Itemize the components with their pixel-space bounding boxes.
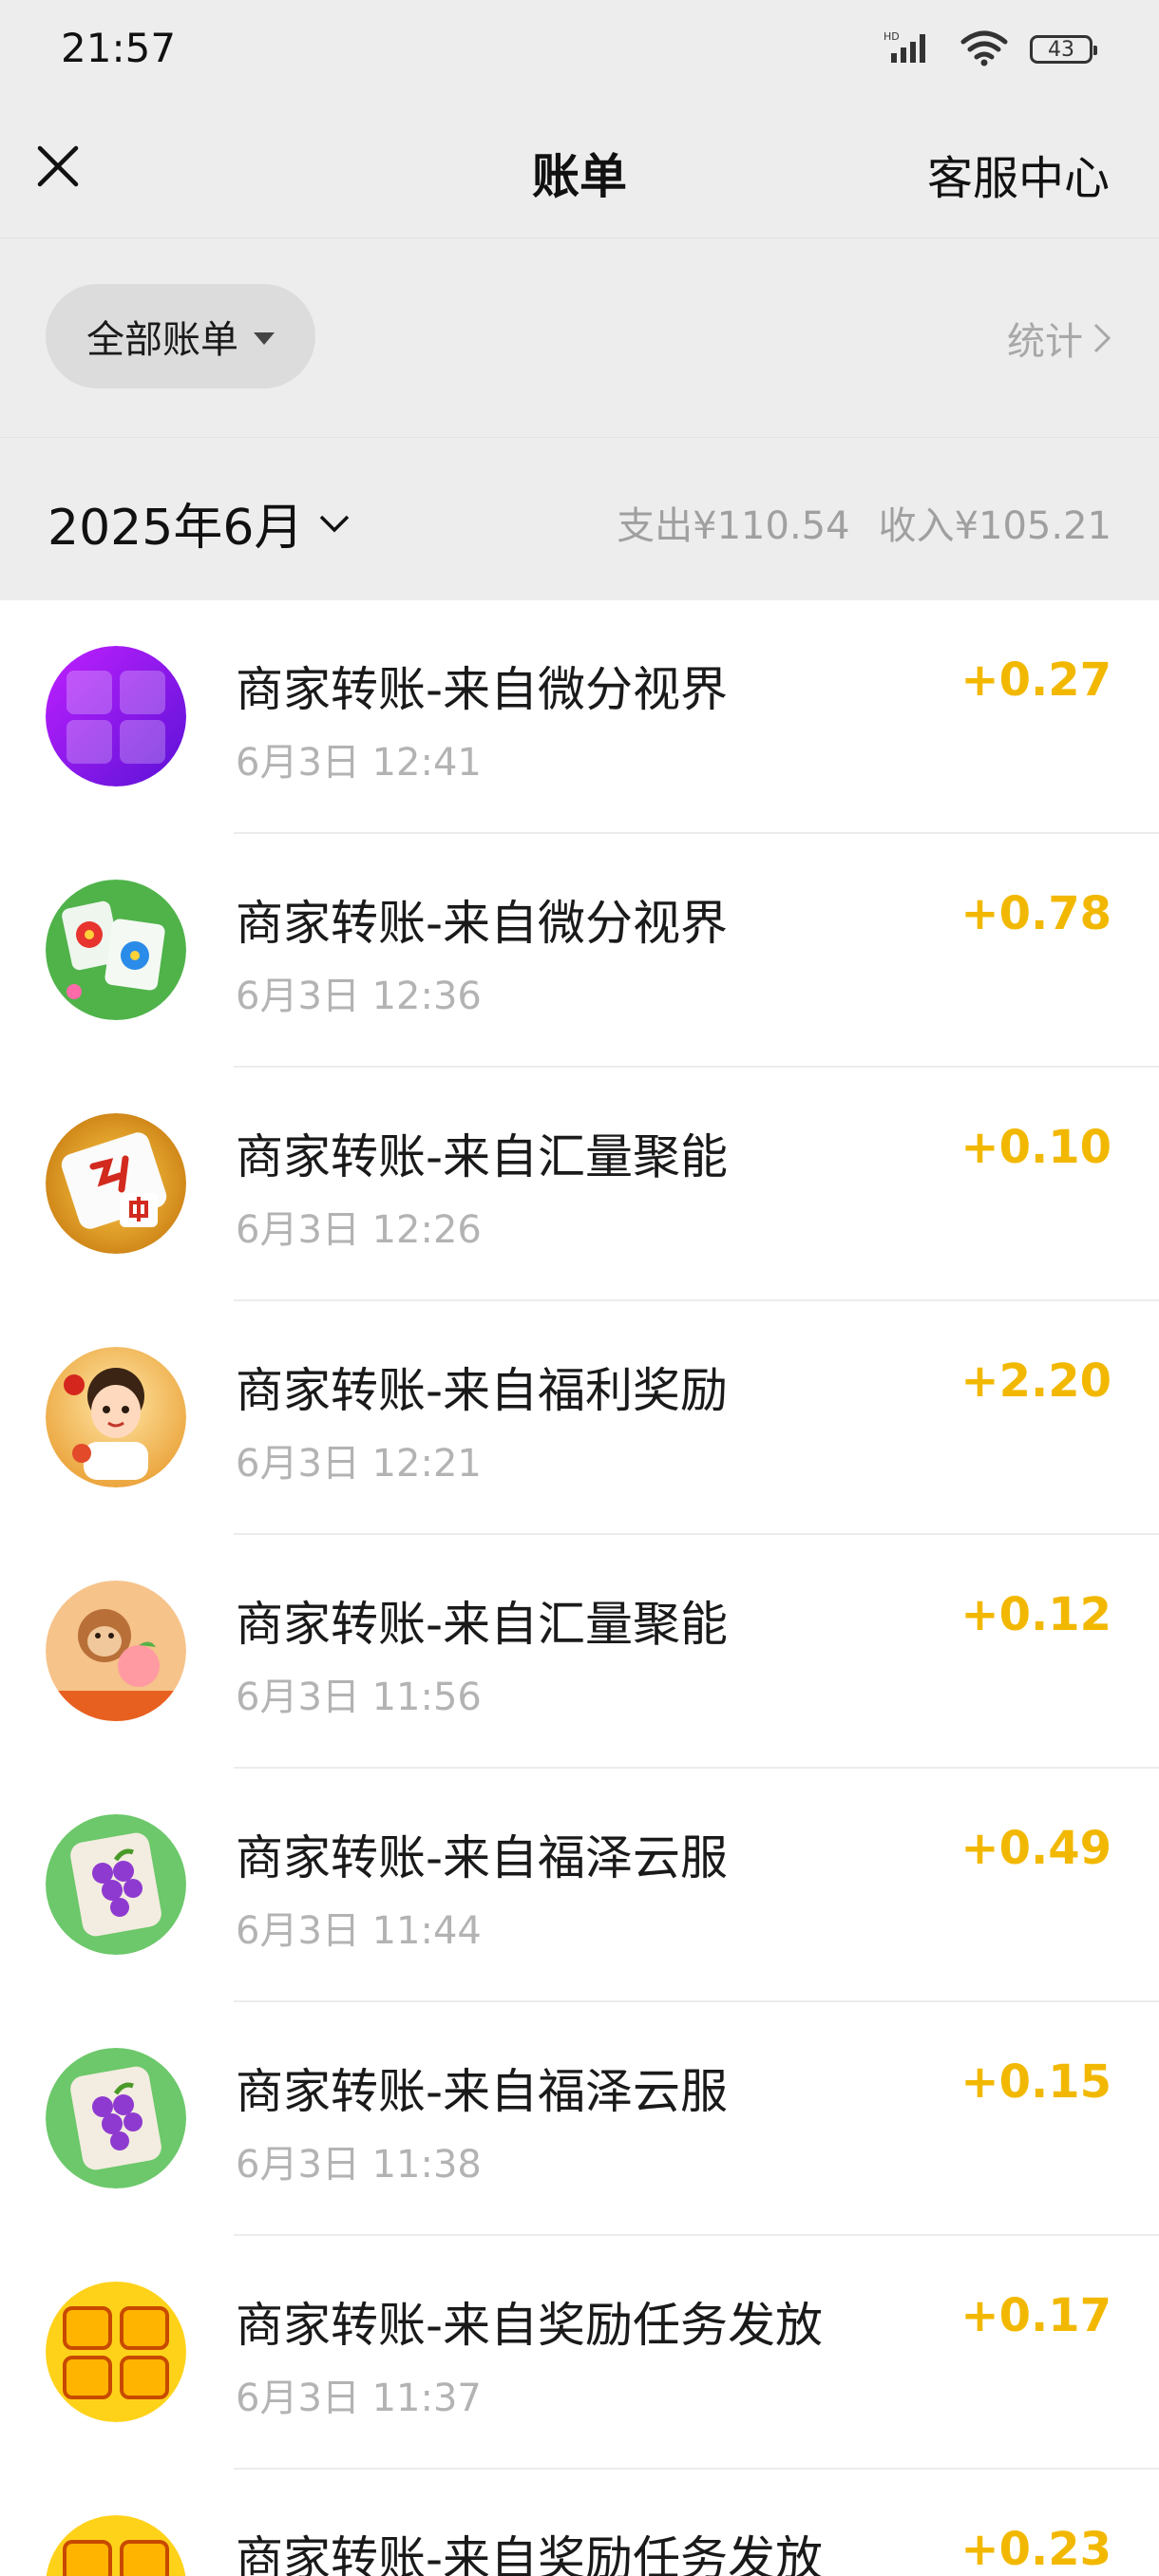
transaction-time: 6月3日 11:44 <box>236 1909 482 1953</box>
ni-chang-wo-cai-app-icon <box>46 646 186 786</box>
transaction-title: 商家转账-来自奖励任务发放 <box>236 2298 824 2353</box>
caret-down-icon <box>254 331 275 345</box>
income-total: 收入¥105.21 <box>878 504 1112 548</box>
wifi-icon <box>960 28 1009 70</box>
transaction-time: 6月3日 11:56 <box>236 1676 482 1719</box>
transaction-title: 商家转账-来自福利奖励 <box>236 1363 729 1418</box>
all-bills-filter-button[interactable]: 全部账单 <box>46 284 315 388</box>
transaction-row[interactable]: 商家转账-来自奖励任务发放 +0.23 <box>0 2470 1159 2576</box>
month-bar: 2025年6月 支出¥110.54 收入¥105.21 <box>0 437 1159 600</box>
filter-bar: 全部账单 统计 <box>0 237 1159 437</box>
status-time: 21:57 <box>61 25 177 71</box>
grape-tile-app-icon <box>46 1814 186 1955</box>
chevron-down-icon <box>320 515 350 532</box>
bill-page: 21:57 HD 43 账单 客服中心 全部账单 统计 2025年6月 支出¥1… <box>0 0 1159 2576</box>
transaction-title: 商家转账-来自福泽云服 <box>236 1830 729 1885</box>
flower-tile-app-icon <box>46 880 186 1020</box>
transaction-time: 6月3日 12:26 <box>236 1208 482 1252</box>
transaction-amount: +0.17 <box>960 2289 1112 2342</box>
monkey-peach-app-icon <box>46 1581 186 1721</box>
transaction-time: 6月3日 12:41 <box>236 741 482 785</box>
transaction-title: 商家转账-来自汇量聚能 <box>236 1129 729 1184</box>
expense-total: 支出¥110.54 <box>617 504 850 548</box>
transaction-title: 商家转账-来自微分视界 <box>236 896 729 951</box>
stats-label: 统计 <box>1007 320 1083 364</box>
transaction-row[interactable]: 商家转账-来自福泽云服 6月3日 11:38 +0.15 <box>0 2002 1159 2236</box>
yellow-text-app-icon <box>46 2282 186 2422</box>
transaction-amount: +0.49 <box>960 1822 1112 1875</box>
month-selector[interactable]: 2025年6月 <box>48 487 351 559</box>
transaction-title: 商家转账-来自汇量聚能 <box>236 1597 729 1652</box>
cartoon-girl-app-icon <box>46 1347 186 1487</box>
status-icons: HD 43 <box>884 28 1097 70</box>
status-bar: 21:57 HD 43 <box>0 0 1159 104</box>
battery-icon: 43 <box>1030 35 1097 64</box>
month-totals: 支出¥110.54 收入¥105.21 <box>617 495 1112 550</box>
transaction-list: 商家转账-来自微分视界 6月3日 12:41 +0.27 商家转账-来自微分视界… <box>0 600 1159 2576</box>
transaction-amount: +2.20 <box>960 1354 1112 1408</box>
transaction-row[interactable]: 商家转账-来自汇量聚能 6月3日 11:56 +0.12 <box>0 1535 1159 1769</box>
transaction-title: 商家转账-来自奖励任务发放 <box>236 2531 824 2576</box>
yellow-text-app-icon <box>46 2515 186 2576</box>
stats-link[interactable]: 统计 <box>1007 311 1112 366</box>
grape-tile-app-icon <box>46 2048 186 2188</box>
transaction-row[interactable]: 商家转账-来自微分视界 6月3日 12:36 +0.78 <box>0 834 1159 1068</box>
transaction-amount: +0.78 <box>960 887 1112 940</box>
svg-text:HD: HD <box>884 30 900 43</box>
title-bar: 账单 客服中心 <box>0 104 1159 237</box>
transaction-amount: +0.27 <box>960 653 1112 707</box>
transaction-time: 6月3日 12:36 <box>236 975 482 1018</box>
transaction-amount: +0.15 <box>960 2055 1112 2109</box>
mahjong-tile-app-icon <box>46 1113 186 1254</box>
transaction-row[interactable]: 商家转账-来自奖励任务发放 6月3日 11:37 +0.17 <box>0 2236 1159 2470</box>
transaction-title: 商家转账-来自微分视界 <box>236 662 729 717</box>
transaction-amount: +0.12 <box>960 1588 1112 1641</box>
transaction-title: 商家转账-来自福泽云服 <box>236 2064 729 2119</box>
month-label: 2025年6月 <box>48 500 304 557</box>
battery-level: 43 <box>1048 37 1074 62</box>
transaction-time: 6月3日 11:38 <box>236 2143 482 2187</box>
transaction-row[interactable]: 商家转账-来自微分视界 6月3日 12:41 +0.27 <box>0 600 1159 834</box>
transaction-time: 6月3日 12:21 <box>236 1442 482 1486</box>
transaction-amount: +0.23 <box>960 2523 1112 2576</box>
transaction-amount: +0.10 <box>960 1121 1112 1174</box>
transaction-row[interactable]: 商家转账-来自汇量聚能 6月3日 12:26 +0.10 <box>0 1068 1159 1301</box>
service-center-link[interactable]: 客服中心 <box>927 141 1110 207</box>
transaction-time: 6月3日 11:37 <box>236 2377 482 2420</box>
transaction-row[interactable]: 商家转账-来自福利奖励 6月3日 12:21 +2.20 <box>0 1301 1159 1535</box>
chevron-right-icon <box>1093 323 1112 353</box>
all-bills-label: 全部账单 <box>86 318 238 362</box>
transaction-row[interactable]: 商家转账-来自福泽云服 6月3日 11:44 +0.49 <box>0 1769 1159 2002</box>
hd-signal-icon: HD <box>884 28 939 70</box>
